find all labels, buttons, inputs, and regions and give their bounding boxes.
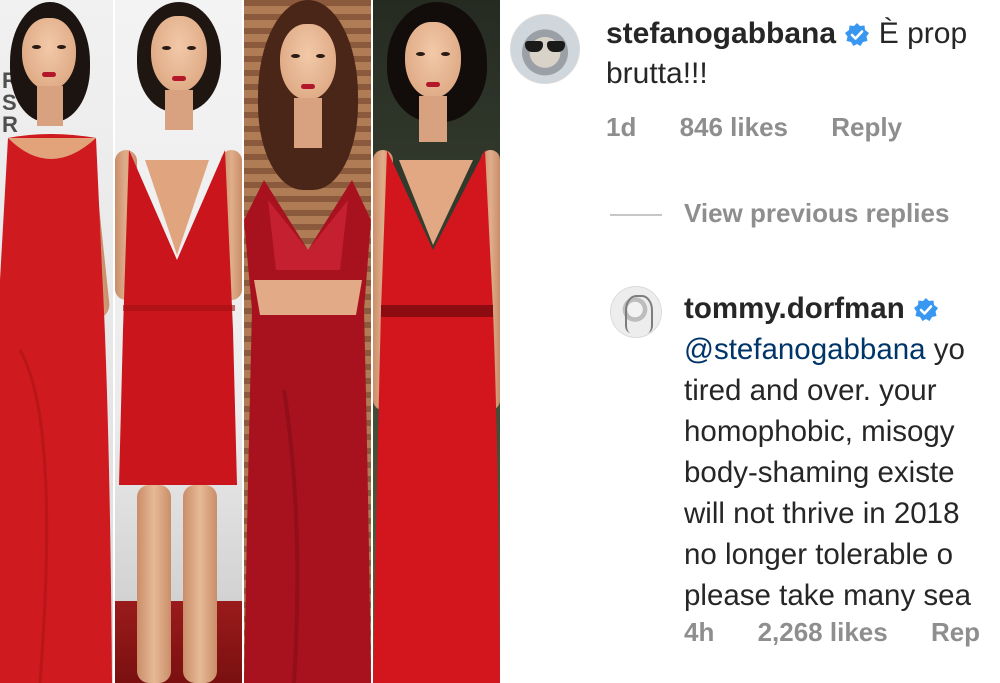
likes-count[interactable]: 2,268 likes [758, 617, 888, 647]
comment-text: tired and over. your [684, 374, 937, 407]
sketch-portrait-icon [625, 295, 653, 333]
sunglasses-icon [525, 41, 565, 53]
collage-divider [113, 0, 115, 683]
collage-divider [371, 0, 373, 683]
view-previous-replies-button[interactable]: View previous replies [610, 198, 949, 229]
divider [610, 214, 662, 217]
comment-text: brutta!!! [606, 57, 708, 90]
comment-text: please take many sea [684, 579, 971, 612]
comment-thread: stefanogabbana È prop brutta!!! 1d 846 l… [502, 0, 1000, 683]
collage-divider [242, 0, 244, 683]
comment-body: stefanogabbana È prop brutta!!! [606, 14, 1000, 94]
photo-collage: RIC S R [0, 0, 500, 683]
view-previous-label: View previous replies [684, 198, 950, 228]
verified-badge-icon [845, 23, 870, 47]
verified-badge-icon [913, 298, 938, 322]
username[interactable]: tommy.dorfman [684, 292, 905, 325]
comment-text: will not thrive in 2018 [684, 497, 960, 530]
photo-panel-4 [373, 0, 500, 683]
likes-count[interactable]: 846 likes [680, 112, 788, 142]
photo-panel-1: RIC S R [0, 0, 113, 683]
mention-link[interactable]: @stefanogabbana [684, 333, 926, 366]
reply-body: tommy.dorfman @stefanogabbana yo tired a… [684, 288, 1000, 616]
avatar[interactable] [610, 286, 662, 338]
comment-text: body-shaming existe [684, 456, 955, 489]
comment-text: no longer tolerable o [684, 538, 953, 571]
red-dress [373, 150, 500, 683]
reply-button[interactable]: Rep [931, 617, 980, 647]
comment-text: homophobic, misogy [684, 415, 955, 448]
comment-age: 1d [606, 112, 637, 142]
reply-button[interactable]: Reply [831, 112, 902, 142]
comment-text: È prop [878, 17, 968, 50]
comment-meta: 4h 2,268 likes Rep [684, 617, 1000, 648]
red-dress [0, 134, 112, 683]
comment-text: yo [925, 333, 965, 366]
photo-panel-3 [244, 0, 371, 683]
username[interactable]: stefanogabbana [606, 17, 836, 50]
photo-panel-2 [115, 0, 242, 683]
red-dress [244, 180, 371, 683]
avatar[interactable] [510, 14, 580, 84]
comment-age: 4h [684, 617, 715, 647]
comment-meta: 1d 846 likes Reply [606, 112, 938, 143]
red-dress [119, 150, 237, 485]
